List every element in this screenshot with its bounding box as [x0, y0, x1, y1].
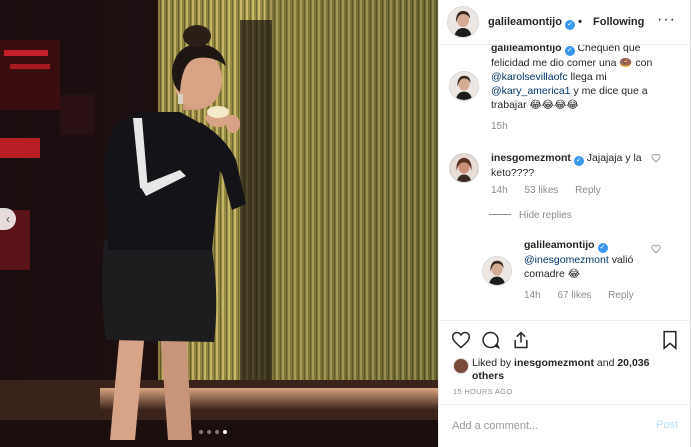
laughing-emoji: 😂😂😂😂	[529, 99, 579, 111]
comments-list[interactable]: galileamontijo ✓ Chequen que felicidad m…	[439, 45, 690, 320]
comment-meta: 14h 53 likes Reply	[491, 185, 615, 196]
caption-mention-1[interactable]: @karolsevillaofc	[491, 71, 568, 83]
comment-reply-button[interactable]: Reply	[575, 185, 601, 196]
carousel-dots	[199, 430, 227, 434]
author-username-text: galileamontijo	[488, 16, 562, 28]
share-icon[interactable]	[511, 330, 531, 350]
comment-bubble-icon[interactable]	[481, 330, 501, 350]
bookmark-icon[interactable]	[661, 330, 679, 350]
post-header: galileamontijo ✓ • Following ···	[439, 0, 690, 45]
hide-replies-button[interactable]: Hide replies	[519, 210, 572, 221]
commenter-avatar[interactable]	[449, 153, 479, 183]
carousel-dot-active	[223, 430, 227, 434]
reply-text: galileamontijo ✓ @inesgomezmont valió co…	[524, 238, 649, 281]
liked-by-user[interactable]: inesgomezmont	[514, 357, 594, 369]
caption-author-avatar[interactable]	[449, 71, 479, 101]
like-heart-icon[interactable]	[451, 330, 471, 350]
laughing-emoji: 😂	[567, 268, 581, 280]
avatar-image	[450, 154, 478, 182]
author-username[interactable]: galileamontijo ✓ •	[488, 16, 582, 30]
comment-like-heart-icon[interactable]	[651, 153, 661, 163]
post-timestamp[interactable]: 15 HOURS AGO	[453, 387, 512, 396]
post-photo[interactable]: ‹	[0, 0, 438, 447]
carousel-dot	[199, 430, 203, 434]
reply-likes[interactable]: 67 likes	[557, 290, 591, 301]
verified-badge-icon: ✓	[564, 46, 575, 56]
comment-input[interactable]	[452, 417, 632, 435]
caption-mention-2[interactable]: @kary_america1	[491, 85, 571, 97]
add-comment-bar: Post	[439, 404, 690, 447]
more-options-icon[interactable]: ···	[657, 11, 676, 29]
reply-username[interactable]: galileamontijo	[524, 239, 595, 251]
liked-by-text: Liked by inesgomezmont and 20,036 others	[472, 357, 672, 383]
author-avatar[interactable]	[447, 6, 479, 38]
comment-text: inesgomezmont ✓ Jajajaja y la keto????	[491, 151, 651, 180]
reply-meta: 14h 67 likes Reply	[524, 290, 648, 301]
avatar-image	[448, 7, 478, 37]
chevron-left-icon: ‹	[6, 212, 10, 226]
following-button[interactable]: Following	[593, 16, 644, 28]
post-image	[0, 0, 438, 447]
post-comment-button[interactable]: Post	[656, 419, 678, 431]
carousel-dot	[215, 430, 219, 434]
caption-text: galileamontijo ✓ Chequen que felicidad m…	[491, 45, 671, 112]
commenter-username[interactable]: inesgomezmont	[491, 152, 571, 164]
liked-by-avatar[interactable]	[453, 358, 469, 374]
donut-emoji: 🍩	[619, 57, 633, 69]
post-side-panel: galileamontijo ✓ • Following ··· galilea…	[438, 0, 691, 447]
verified-badge-icon: ✓	[565, 20, 576, 30]
caption-meta: 15h	[491, 121, 522, 132]
caption-body-3: llega mi	[570, 71, 607, 83]
reply-like-heart-icon[interactable]	[651, 244, 661, 254]
carousel-dot	[207, 430, 211, 434]
reply-mention[interactable]: @inesgomezmont	[524, 254, 609, 266]
reply-reply-button[interactable]: Reply	[608, 290, 634, 301]
avatar-image	[483, 257, 511, 285]
reply-time[interactable]: 14h	[524, 290, 541, 301]
caption-time[interactable]: 15h	[491, 121, 508, 132]
liked-by-prefix: Liked by	[472, 357, 512, 369]
caption-username[interactable]: galileamontijo	[491, 45, 562, 54]
avatar-image	[450, 72, 478, 100]
comment-time[interactable]: 14h	[491, 185, 508, 196]
comment-likes[interactable]: 53 likes	[524, 185, 558, 196]
reply-author-avatar[interactable]	[482, 256, 512, 286]
verified-badge-icon: ✓	[573, 156, 584, 166]
header-separator: •	[578, 16, 582, 28]
caption-body-2: con	[635, 57, 653, 69]
verified-badge-icon: ✓	[597, 243, 608, 253]
liked-by-and: and	[596, 357, 615, 369]
